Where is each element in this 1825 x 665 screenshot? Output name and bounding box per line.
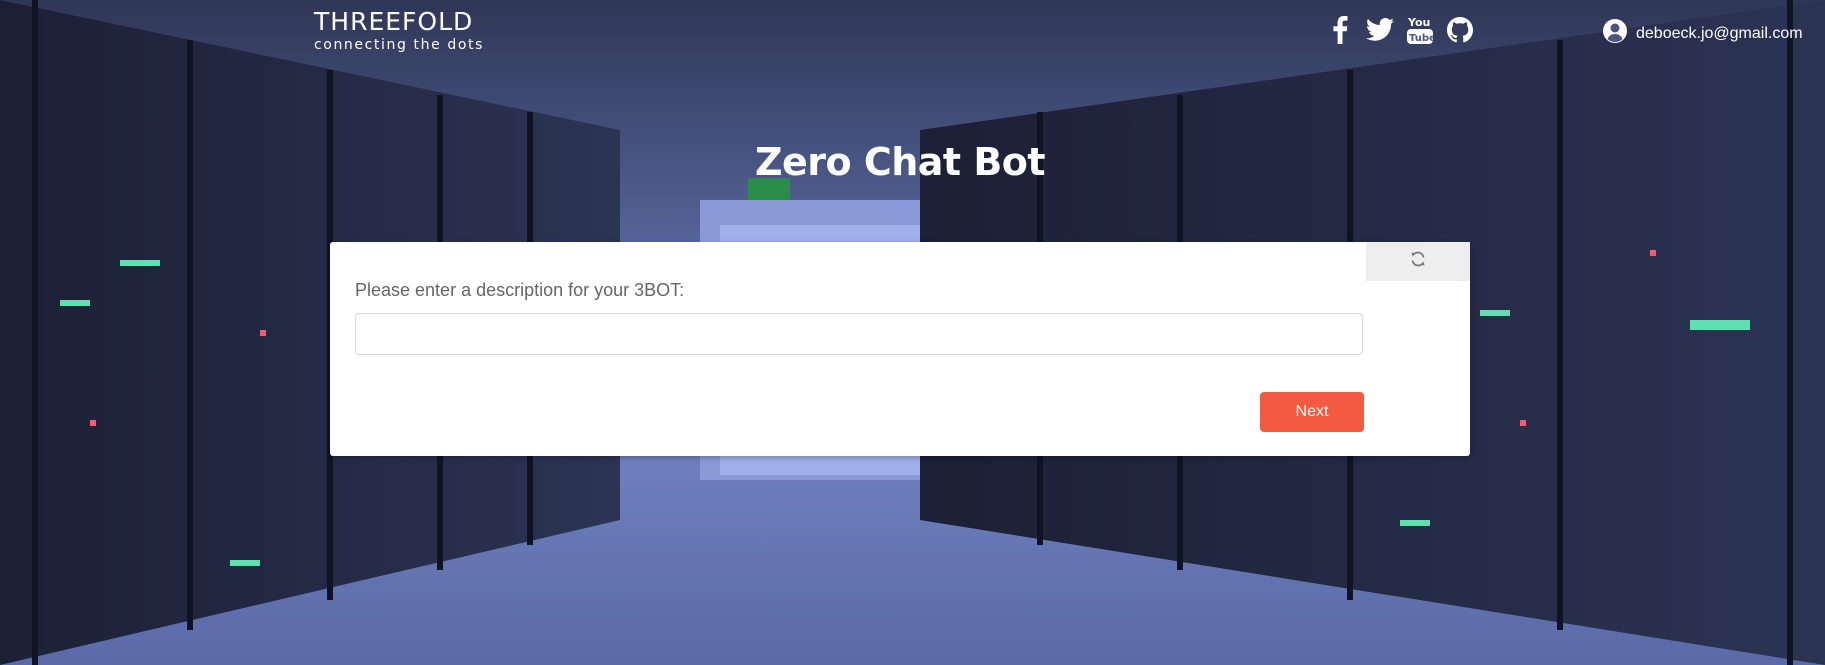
chat-card: Please enter a description for your 3BOT… [330, 242, 1470, 456]
svg-text:Tube: Tube [1409, 33, 1433, 44]
page: THREEFOLD connecting the dots You Tube d… [0, 0, 1825, 665]
user-email: deboeck.jo@gmail.com [1636, 24, 1803, 42]
logo-text: THREEFOLD [314, 7, 474, 36]
user-circle-icon [1602, 18, 1628, 49]
twitter-icon[interactable] [1366, 14, 1394, 46]
question-label: Please enter a description for your 3BOT… [355, 280, 685, 300]
github-icon[interactable] [1446, 14, 1474, 46]
logo-tagline: connecting the dots [314, 37, 484, 53]
threefold-logo[interactable]: THREEFOLD connecting the dots [314, 7, 484, 54]
svg-text:You: You [1407, 16, 1430, 29]
next-button[interactable]: Next [1260, 392, 1364, 432]
refresh-icon [1410, 251, 1426, 272]
description-input[interactable] [355, 313, 1363, 355]
page-title: Zero Chat Bot [754, 140, 1046, 184]
social-links: You Tube [1326, 14, 1474, 46]
refresh-button[interactable] [1366, 242, 1470, 281]
user-menu[interactable]: deboeck.jo@gmail.com [1602, 18, 1803, 49]
facebook-icon[interactable] [1326, 14, 1354, 46]
youtube-icon[interactable]: You Tube [1406, 14, 1434, 46]
